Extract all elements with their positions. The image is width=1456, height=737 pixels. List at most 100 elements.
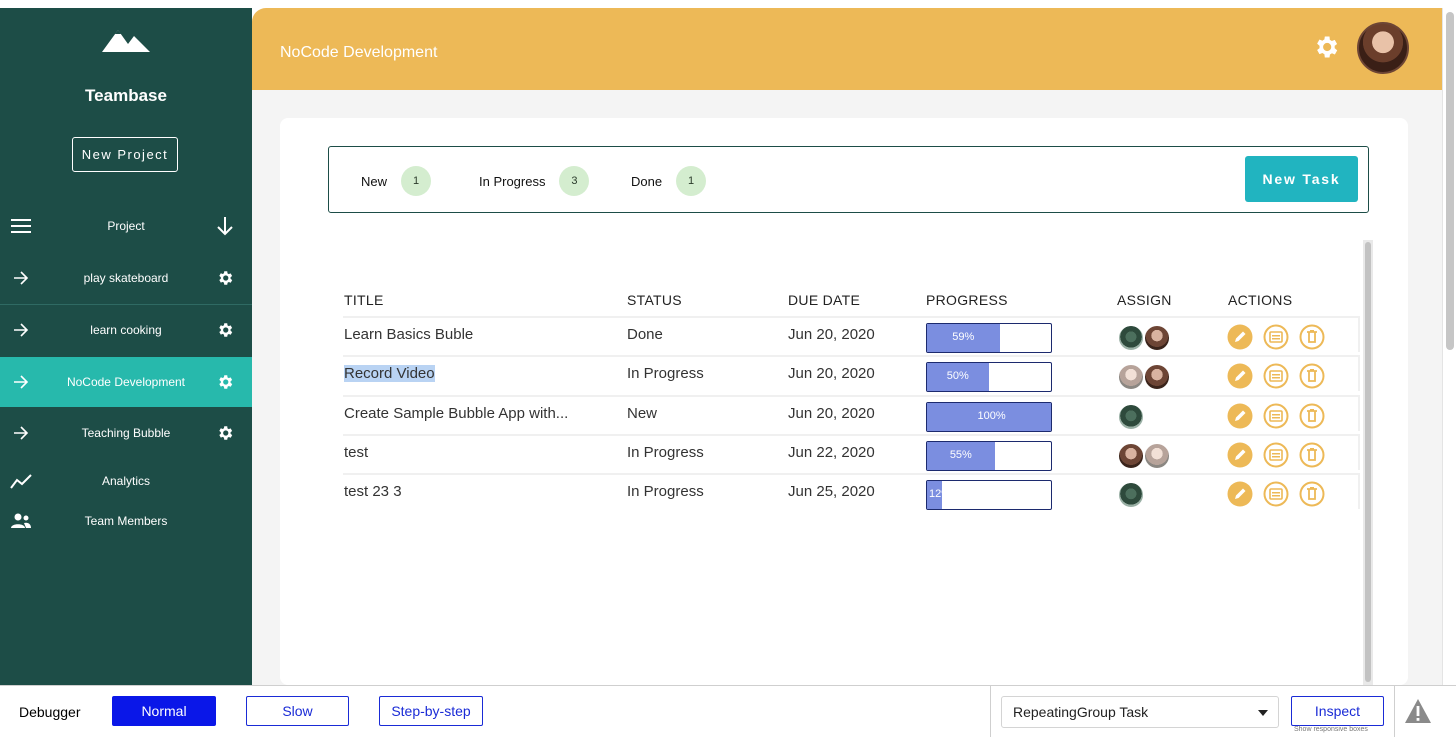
list-icon[interactable] [1263,363,1289,389]
gear-icon[interactable] [1312,33,1340,61]
pencil-icon[interactable] [1227,481,1253,507]
task-title-text: test 23 3 [344,483,402,500]
project-section-header[interactable]: Project [0,201,252,251]
task-due-date: Jun 20, 2020 [788,326,875,343]
sidebar-item-nocode-development[interactable]: NoCode Development [0,357,252,407]
warning-icon[interactable] [1404,698,1432,724]
new-project-button[interactable]: New Project [72,137,178,172]
list-icon[interactable] [1263,403,1289,429]
column-header-due-date[interactable]: DUE DATE [788,292,860,308]
progress-label: 50% [946,370,969,382]
progress-bar: 55% [926,441,1052,471]
task-status: In Progress [627,365,704,382]
table-row[interactable]: test In Progress Jun 22, 2020 55% [343,434,1360,471]
filter-done[interactable]: Done 1 [631,165,707,197]
inspect-button[interactable]: Inspect [1291,696,1384,726]
responsive-boxes-hint[interactable]: Show responsive boxes [1294,726,1368,733]
assignee-avatar[interactable] [1118,443,1144,469]
list-icon[interactable] [1263,442,1289,468]
gear-icon[interactable] [214,267,236,289]
filter-in-progress[interactable]: In Progress 3 [479,165,590,197]
pencil-icon[interactable] [1227,324,1253,350]
progress-label: 12% [929,488,952,500]
normal-mode-button[interactable]: Normal [112,696,216,726]
column-header-title[interactable]: TITLE [344,292,384,308]
assignee-avatar[interactable] [1144,325,1170,351]
task-title: Record Video [344,365,435,382]
progress-label: 100% [977,410,1006,422]
filter-new-label: New [361,173,388,189]
sidebar: Teambase New Project Project play skateb… [0,8,252,685]
task-title: test 23 3 [344,483,402,500]
trash-icon[interactable] [1299,403,1325,429]
assignee-avatar[interactable] [1144,364,1170,390]
column-header-progress[interactable]: PROGRESS [926,292,1008,308]
progress-bar: 12% [926,480,1052,510]
assignee-avatar[interactable] [1118,325,1144,351]
trash-icon[interactable] [1299,481,1325,507]
sidebar-item-team-members[interactable]: Team Members [0,496,252,546]
gear-icon[interactable] [214,319,236,341]
table-row[interactable]: Learn Basics Buble Done Jun 20, 2020 59% [343,316,1360,353]
task-status: In Progress [627,483,704,500]
task-due-date: Jun 25, 2020 [788,483,875,500]
pencil-icon[interactable] [1227,442,1253,468]
task-due-date: Jun 22, 2020 [788,444,875,461]
sidebar-item-label: Team Members [84,514,168,528]
progress-label: 55% [949,449,972,461]
trash-icon[interactable] [1299,442,1325,468]
count-badge: 1 [401,166,432,196]
page-title: NoCode Development [280,44,438,61]
avatar[interactable] [1357,22,1409,74]
list-icon[interactable] [1263,324,1289,350]
count-badge: 1 [676,166,707,196]
task-title-text: Record Video [344,365,435,382]
page-scrollbar-thumb[interactable] [1446,12,1454,350]
task-title: Create Sample Bubble App with... [344,405,568,422]
assignee-avatar[interactable] [1118,364,1144,390]
debugger-bar: Debugger Normal Slow Step-by-step Repeat… [0,685,1456,737]
table-row[interactable]: Record Video In Progress Jun 20, 2020 50% [343,355,1360,392]
sidebar-item-learn-cooking[interactable]: learn cooking [0,305,252,355]
pencil-icon[interactable] [1227,403,1253,429]
arrow-down-icon[interactable] [214,215,236,237]
list-icon[interactable] [1263,481,1289,507]
task-title: test [344,444,368,461]
pencil-icon[interactable] [1227,363,1253,389]
filter-new[interactable]: New 1 [361,165,432,197]
page-scrollbar[interactable] [1442,8,1456,685]
trash-icon[interactable] [1299,324,1325,350]
slow-mode-button[interactable]: Slow [246,696,349,726]
column-header-status[interactable]: STATUS [627,292,682,308]
sidebar-item-label: Analytics [101,474,151,488]
task-title-text: Learn Basics Buble [344,326,474,343]
assignee-avatar[interactable] [1144,443,1170,469]
assignee-avatar[interactable] [1118,404,1144,430]
task-status: New [627,405,658,422]
filter-done-label: Done [631,173,663,189]
assignee-avatar[interactable] [1118,482,1144,508]
element-select[interactable]: RepeatingGroup Task [1001,696,1279,728]
gear-icon[interactable] [214,371,236,393]
task-due-date: Jun 20, 2020 [788,365,875,382]
column-header-assign[interactable]: ASSIGN [1117,292,1172,308]
new-task-button[interactable]: New Task [1245,156,1358,202]
list-scrollbar-thumb[interactable] [1365,242,1371,682]
table-row[interactable]: test 23 3 In Progress Jun 25, 2020 12% [343,473,1360,510]
task-status: In Progress [627,444,704,461]
progress-bar: 100% [926,402,1052,432]
sidebar-item-teaching-bubble[interactable]: Teaching Bubble [0,408,252,458]
count-badge: 3 [559,166,590,196]
list-scrollbar[interactable] [1363,240,1373,685]
sidebar-item-play-skateboard[interactable]: play skateboard [0,253,252,303]
step-by-step-button[interactable]: Step-by-step [379,696,483,726]
filter-in-progress-label: In Progress [479,173,546,189]
table-row[interactable]: Create Sample Bubble App with... New Jun 2… [343,395,1360,432]
progress-label: 59% [952,331,975,343]
gear-icon[interactable] [214,422,236,444]
top-strip [0,0,1456,8]
task-title-text: Create Sample Bubble App with... [344,405,569,422]
mountain-logo-icon [102,30,150,52]
trash-icon[interactable] [1299,363,1325,389]
task-title-text: test [344,444,369,461]
